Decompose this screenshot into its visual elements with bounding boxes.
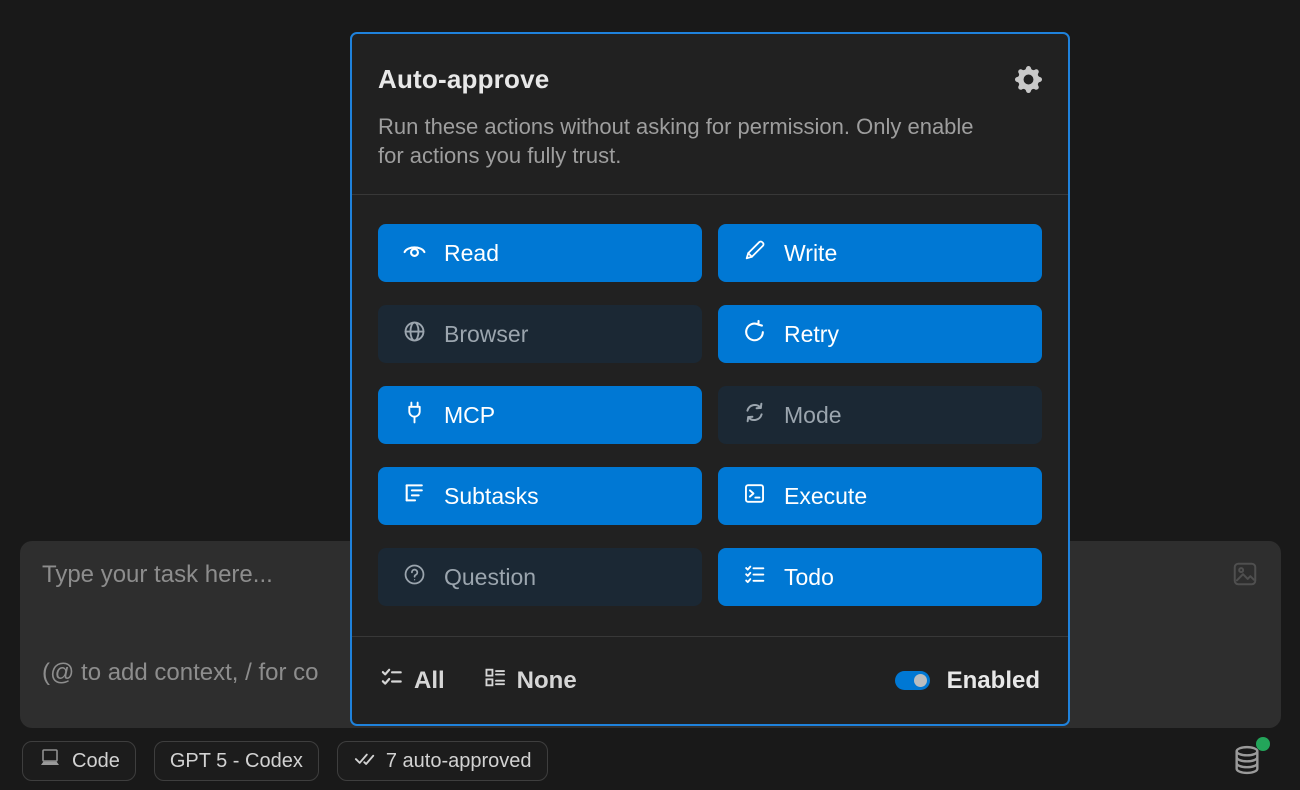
auto-approved-label: 7 auto-approved — [386, 750, 532, 773]
list-tree-icon — [402, 481, 427, 512]
modal-description: Run these actions without asking for per… — [378, 112, 1042, 170]
enabled-toggle-group[interactable]: Enabled — [895, 667, 1040, 695]
action-label: Read — [444, 240, 499, 267]
action-label: Question — [444, 564, 536, 591]
action-label: Retry — [784, 321, 839, 348]
action-label: Write — [784, 240, 837, 267]
auto-approve-grid: Read Write Browser — [352, 195, 1068, 636]
pencil-icon — [742, 238, 767, 269]
select-all-button[interactable]: All — [380, 666, 445, 696]
modal-footer: All None Enabled — [352, 637, 1068, 724]
online-status-dot — [1256, 737, 1270, 751]
select-all-checklist-icon — [380, 666, 403, 696]
auto-approve-todo-button[interactable]: Todo — [718, 548, 1042, 606]
refresh-icon — [742, 319, 767, 350]
mode-label: Code — [72, 750, 120, 773]
auto-approve-execute-button[interactable]: Execute — [718, 467, 1042, 525]
gear-icon — [1015, 81, 1042, 96]
terminal-icon — [742, 481, 767, 512]
select-none-label: None — [517, 667, 577, 695]
action-label: Browser — [444, 321, 528, 348]
sync-icon — [742, 400, 767, 431]
laptop-icon — [38, 746, 62, 776]
globe-icon — [402, 319, 427, 350]
model-label: GPT 5 - Codex — [170, 750, 303, 773]
auto-approve-modal: Auto-approve Run these actions without a… — [350, 32, 1070, 726]
modal-header: Auto-approve Run these actions without a… — [352, 34, 1068, 194]
auto-approve-mcp-button[interactable]: MCP — [378, 386, 702, 444]
model-select-button[interactable]: GPT 5 - Codex — [154, 741, 319, 781]
enabled-toggle[interactable] — [895, 671, 930, 690]
auto-approve-write-button[interactable]: Write — [718, 224, 1042, 282]
action-label: MCP — [444, 402, 495, 429]
auto-approved-summary-button[interactable]: 7 auto-approved — [337, 741, 548, 781]
toggle-knob — [914, 674, 927, 687]
select-none-list-icon — [483, 666, 506, 696]
action-label: Subtasks — [444, 483, 539, 510]
auto-approve-mode-button[interactable]: Mode — [718, 386, 1042, 444]
checklist-icon — [742, 562, 767, 593]
add-image-icon[interactable] — [1231, 560, 1259, 593]
auto-approve-question-button[interactable]: Question — [378, 548, 702, 606]
plug-icon — [402, 400, 427, 431]
action-label: Todo — [784, 564, 834, 591]
auto-approve-retry-button[interactable]: Retry — [718, 305, 1042, 363]
status-bar: Code GPT 5 - Codex 7 auto-approved — [22, 741, 548, 781]
question-icon — [402, 562, 427, 593]
enabled-label: Enabled — [947, 667, 1040, 695]
select-none-button[interactable]: None — [483, 666, 577, 696]
mode-select-button[interactable]: Code — [22, 741, 136, 781]
modal-title: Auto-approve — [378, 64, 549, 95]
double-check-icon — [353, 747, 376, 776]
database-status[interactable] — [1230, 743, 1266, 779]
action-label: Mode — [784, 402, 842, 429]
context-hint: (@ to add context, / for co — [42, 659, 319, 687]
database-icon — [1230, 764, 1264, 781]
action-label: Execute — [784, 483, 867, 510]
eye-icon — [402, 238, 427, 269]
select-all-label: All — [414, 667, 445, 695]
auto-approve-subtasks-button[interactable]: Subtasks — [378, 467, 702, 525]
settings-button[interactable] — [1015, 66, 1042, 96]
auto-approve-read-button[interactable]: Read — [378, 224, 702, 282]
auto-approve-browser-button[interactable]: Browser — [378, 305, 702, 363]
